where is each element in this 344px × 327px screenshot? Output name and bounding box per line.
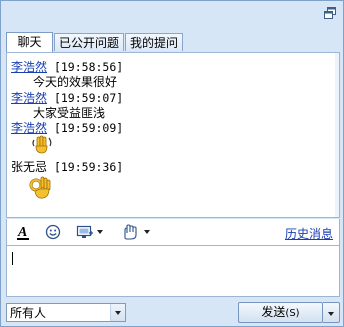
- message-text: 大家受益匪浅: [33, 106, 106, 120]
- tab-public-questions[interactable]: 已公开问题: [54, 33, 124, 51]
- chevron-down-icon: [115, 311, 121, 315]
- message-time: [19:59:36]: [53, 160, 124, 174]
- message-input[interactable]: [6, 245, 340, 297]
- history-messages-link[interactable]: 历史消息: [285, 225, 333, 242]
- tab-label: 已公开问题: [59, 36, 120, 50]
- tab-label: 我的提问: [130, 36, 179, 50]
- text-caret: [12, 252, 13, 265]
- restore-window-icon[interactable]: [323, 6, 337, 20]
- recipient-dropdown-button[interactable]: [110, 304, 125, 321]
- send-button[interactable]: 发送(S): [238, 302, 323, 323]
- chevron-down-icon: [97, 230, 103, 234]
- ok-hand-emoji: [27, 174, 55, 203]
- chat-window: 聊天 已公开问题 我的提问 李浩然 [19:58:56] 今天的效果很好 李浩然…: [0, 0, 344, 327]
- message-header: 李浩然 [19:58:56]: [11, 59, 123, 75]
- sender-name-link[interactable]: 李浩然: [11, 60, 47, 74]
- sender-name-link[interactable]: 李浩然: [11, 91, 47, 105]
- svg-text:A: A: [17, 225, 27, 240]
- recipient-select[interactable]: 所有人: [6, 303, 126, 322]
- tab-my-questions[interactable]: 我的提问: [125, 33, 183, 51]
- chevron-down-icon: [328, 312, 334, 316]
- message-header: 张无忌 [19:59:36]: [11, 159, 123, 175]
- message-toolbar: A 历史消息: [6, 219, 340, 245]
- chat-scrollbar[interactable]: [335, 53, 339, 217]
- send-label: 发送: [261, 305, 286, 319]
- font-icon[interactable]: A: [16, 223, 30, 241]
- send-shortcut: (S): [285, 308, 300, 319]
- waving-hand-emoji: [31, 134, 53, 157]
- message-time: [19:59:09]: [53, 121, 124, 135]
- tab-label: 聊天: [17, 35, 42, 49]
- sender-name: 张无忌: [11, 160, 48, 174]
- sender-name-link[interactable]: 李浩然: [11, 121, 47, 135]
- tab-chat[interactable]: 聊天: [6, 32, 53, 53]
- message-text: 今天的效果很好: [33, 75, 118, 89]
- message-header: 李浩然 [19:59:07]: [11, 90, 123, 106]
- hand-gesture-icon[interactable]: [121, 223, 150, 241]
- send-options-button[interactable]: [323, 302, 340, 323]
- chat-message-area[interactable]: 李浩然 [19:58:56] 今天的效果很好 李浩然 [19:59:07] 大家…: [6, 52, 340, 218]
- message-time: [19:58:56]: [53, 60, 124, 74]
- chevron-down-icon: [144, 230, 150, 234]
- message-header: 李浩然 [19:59:09]: [11, 120, 123, 136]
- smiley-icon[interactable]: [45, 223, 61, 241]
- recipient-value: 所有人: [10, 306, 47, 320]
- screen-capture-icon[interactable]: [76, 223, 103, 241]
- message-time: [19:59:07]: [53, 91, 124, 105]
